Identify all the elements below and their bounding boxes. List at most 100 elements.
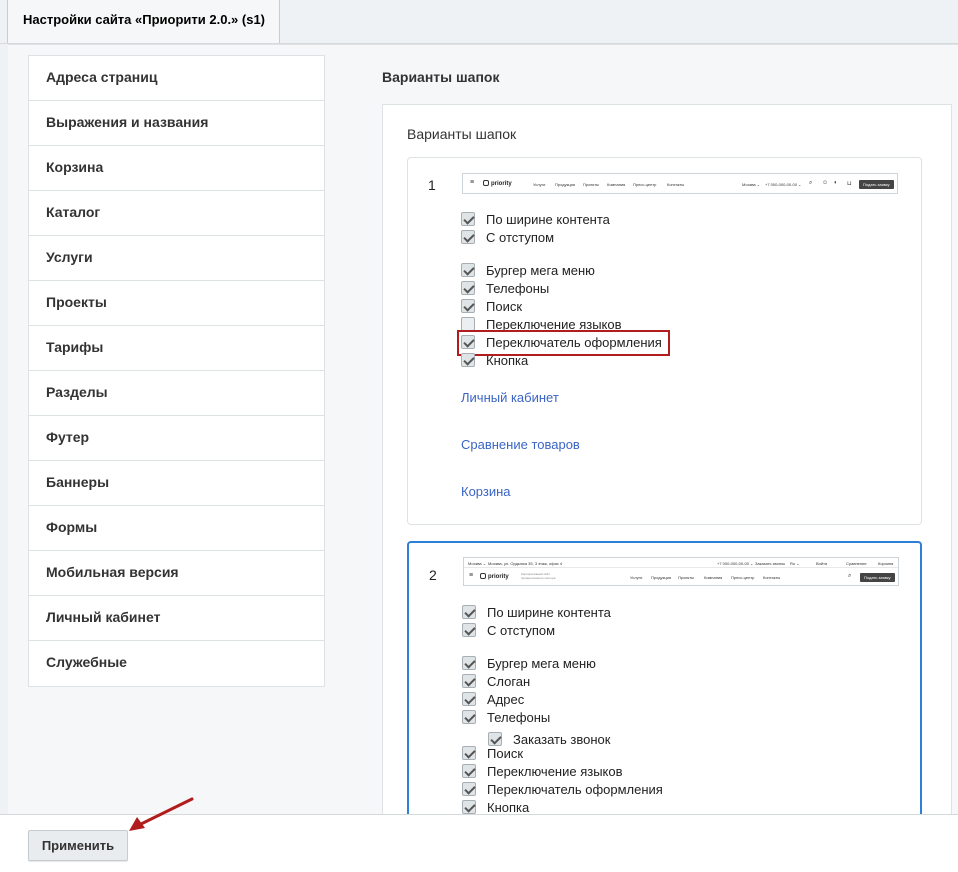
preview-top-city: Москва ⌄ <box>468 561 487 566</box>
sidebar-item-page-addresses[interactable]: Адреса страниц <box>29 56 324 101</box>
user-icon: ☺ <box>822 180 829 186</box>
option-search[interactable]: Поиск <box>462 745 523 763</box>
preview-request-button: Подать заявку <box>860 573 895 582</box>
preview-top-cart: Корзина <box>878 561 894 566</box>
preview-menu-item: Продукция <box>651 575 672 580</box>
preview-menu-item: Контакты <box>667 182 685 187</box>
option-language-switch[interactable]: Переключение языков <box>461 316 622 334</box>
option-label: Переключатель оформления <box>487 782 663 797</box>
checkbox[interactable] <box>462 692 476 706</box>
tab-site-settings[interactable]: Настройки сайта «Приорити 2.0.» (s1) <box>7 0 280 44</box>
option-content-width[interactable]: По ширине контента <box>461 211 610 229</box>
checkbox[interactable] <box>461 263 475 277</box>
link-cart[interactable]: Корзина <box>461 484 511 499</box>
sidebar-item-tariffs[interactable]: Тарифы <box>29 326 324 371</box>
preview-slogan: Корпоративный сайт промышленного сектора <box>521 572 556 580</box>
option-label: Адрес <box>487 692 525 707</box>
preview-menu-item: Пресс-центр <box>633 182 657 187</box>
checkbox[interactable] <box>462 656 476 670</box>
option-theme-switcher[interactable]: Переключатель оформления <box>462 781 663 799</box>
header-preview-2[interactable]: Москва ⌄ Москва, ул. Ордынка 35, 3 этаж,… <box>463 557 899 586</box>
option-label: Переключение языков <box>486 317 622 332</box>
burger-icon: ≡ <box>470 179 475 186</box>
option-search[interactable]: Поиск <box>461 298 522 316</box>
checkbox[interactable] <box>462 782 476 796</box>
option-label: Кнопка <box>487 800 530 814</box>
cart-icon: ⊔ <box>847 181 852 187</box>
checkbox[interactable] <box>461 335 475 349</box>
checkbox[interactable] <box>461 353 475 367</box>
preview-phone: +7 000-000-00-00 ⌄ <box>765 182 802 187</box>
sidebar-item-services[interactable]: Услуги <box>29 236 324 281</box>
option-content-width[interactable]: По ширине контента <box>462 604 611 622</box>
apply-button[interactable]: Применить <box>28 830 128 861</box>
section-title: Варианты шапок <box>382 69 500 85</box>
preview-city: Москва ⌄ <box>742 182 761 187</box>
preview-top-address: Москва, ул. Ордынка 35, 3 этаж, офис 4 <box>488 561 563 566</box>
option-button[interactable]: Кнопка <box>462 799 529 814</box>
option-with-indent[interactable]: С отступом <box>462 622 555 640</box>
logo-mark-icon <box>483 180 489 186</box>
preview-menu-item: Проекты <box>678 575 695 580</box>
preview-top-compare: Сравнение <box>846 561 867 566</box>
option-label: По ширине контента <box>487 605 611 620</box>
option-label: Слоган <box>487 674 531 689</box>
preview-menu-item: Продукция <box>555 182 576 187</box>
option-phones[interactable]: Телефоны <box>461 280 549 298</box>
header-variant-card-1[interactable]: 1 ≡ priority Услуги Продукция Проекты Ко… <box>407 157 922 525</box>
checkbox[interactable] <box>461 317 475 331</box>
option-address[interactable]: Адрес <box>462 691 524 709</box>
sidebar-item-mobile[interactable]: Мобильная версия <box>29 551 324 596</box>
sidebar-item-service[interactable]: Служебные <box>29 641 324 686</box>
checkbox[interactable] <box>461 299 475 313</box>
preview-logo-text: priority <box>488 574 509 580</box>
header-preview-1[interactable]: ≡ priority Услуги Продукция Проекты Комп… <box>462 173 898 194</box>
option-theme-switcher[interactable]: Переключатель оформления <box>457 330 670 356</box>
sidebar-item-projects[interactable]: Проекты <box>29 281 324 326</box>
preview-top-lang: Ru ⌄ <box>790 561 800 566</box>
option-label: Бургер мега меню <box>486 263 595 278</box>
sidebar-item-forms[interactable]: Формы <box>29 506 324 551</box>
checkbox[interactable] <box>462 800 476 814</box>
sidebar-item-phrases[interactable]: Выражения и названия <box>29 101 324 146</box>
checkbox[interactable] <box>462 764 476 778</box>
checkbox[interactable] <box>462 746 476 760</box>
option-burger-menu[interactable]: Бургер мега меню <box>461 262 595 280</box>
option-label: С отступом <box>486 230 555 245</box>
header-variants-panel: Варианты шапок 1 ≡ priority Услуги Проду… <box>382 104 952 814</box>
preview-menu-item: Контакты <box>763 575 781 580</box>
sidebar-item-catalog[interactable]: Каталог <box>29 191 324 236</box>
sidebar-item-footer[interactable]: Футер <box>29 416 324 461</box>
content-area: Адреса страниц Выражения и названия Корз… <box>8 44 958 814</box>
sidebar-item-cart[interactable]: Корзина <box>29 146 324 191</box>
preview-top-row: Москва ⌄ Москва, ул. Ордынка 35, 3 этаж,… <box>464 560 898 568</box>
sidebar-item-sections[interactable]: Разделы <box>29 371 324 416</box>
sidebar-item-account[interactable]: Личный кабинет <box>29 596 324 641</box>
annotation-arrow-icon <box>129 797 194 831</box>
checkbox[interactable] <box>462 623 476 637</box>
checkbox[interactable] <box>462 674 476 688</box>
sidebar-item-banners[interactable]: Баннеры <box>29 461 324 506</box>
preview-logo-text: priority <box>491 181 512 187</box>
option-burger-menu[interactable]: Бургер мега меню <box>462 655 596 673</box>
option-button[interactable]: Кнопка <box>461 352 528 370</box>
link-compare-products[interactable]: Сравнение товаров <box>461 437 580 452</box>
option-language-switch[interactable]: Переключение языков <box>462 763 623 781</box>
panel-title: Варианты шапок <box>407 126 517 142</box>
checkbox[interactable] <box>462 605 476 619</box>
header-variant-card-2[interactable]: 2 Москва ⌄ Москва, ул. Ордынка 35, 3 эта… <box>407 541 922 814</box>
checkbox[interactable] <box>462 710 476 724</box>
checkbox[interactable] <box>461 230 475 244</box>
option-label: Поиск <box>487 746 524 761</box>
option-with-indent[interactable]: С отступом <box>461 229 554 247</box>
option-label: Кнопка <box>486 353 529 368</box>
preview-top-call: Заказать звонок <box>755 561 785 566</box>
checkbox[interactable] <box>461 281 475 295</box>
option-phones[interactable]: Телефоны <box>462 709 550 727</box>
preview-menu-item: Компания <box>607 182 626 187</box>
checkbox[interactable] <box>488 732 502 746</box>
option-slogan[interactable]: Слоган <box>462 673 530 691</box>
checkbox[interactable] <box>461 212 475 226</box>
preview-menu-item: Пресс-центр <box>731 575 755 580</box>
link-personal-account[interactable]: Личный кабинет <box>461 390 559 405</box>
